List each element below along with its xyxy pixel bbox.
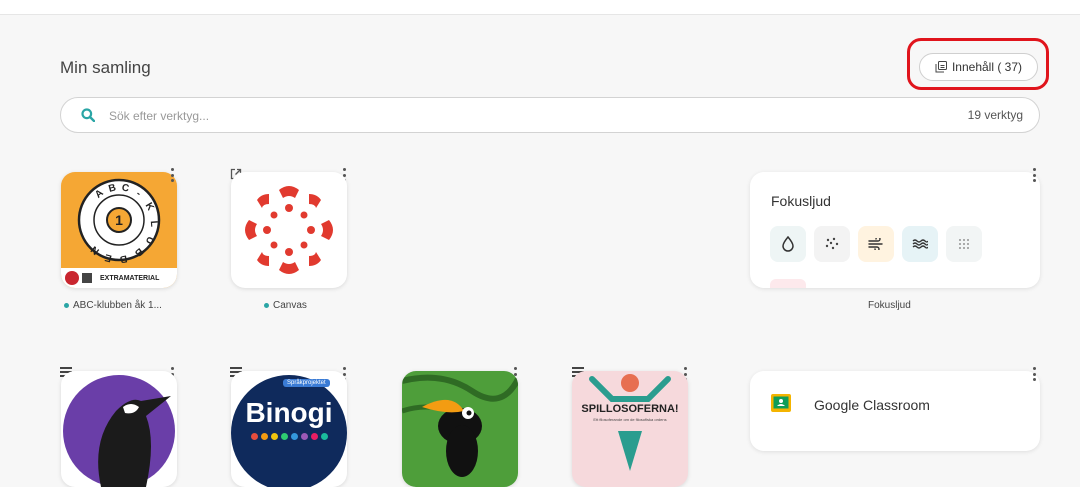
content-button-label: Innehåll ( 37) xyxy=(951,60,1023,74)
canvas-logo xyxy=(245,186,333,274)
abc-klubben-logo: 1 A B C - K L U B B E N xyxy=(77,178,161,265)
binogi-dots xyxy=(251,433,328,440)
publisher-mark-icon xyxy=(82,273,92,283)
binogi-logo-bg xyxy=(231,375,347,487)
spillosoferna-subtext: Ett filosoferande om de filosofiska orde… xyxy=(593,417,667,422)
google-classroom-widget[interactable]: Google Classroom xyxy=(750,371,1040,451)
extramaterial-badge: EXTRAMATERIAL xyxy=(61,268,177,288)
svg-text:1: 1 xyxy=(115,212,123,228)
top-bar xyxy=(0,0,1080,15)
copy-icon xyxy=(935,61,947,73)
binogi-tag: Språkprojektet xyxy=(283,379,330,387)
spillosoferna-tile[interactable]: SPILLOSOFERNA! Ett filosoferande om de f… xyxy=(572,371,688,487)
toucan-tile[interactable] xyxy=(402,371,518,487)
search-icon xyxy=(81,108,95,122)
fokusljud-title: Fokusljud xyxy=(771,193,831,209)
grid-dots-icon[interactable] xyxy=(946,226,982,262)
page-title: Min samling xyxy=(60,58,151,77)
spillosoferna-figure xyxy=(589,374,671,471)
fokusljud-widget[interactable]: Fokusljud xyxy=(750,172,1040,288)
search-input[interactable] xyxy=(107,105,811,127)
fokusljud-caption: Fokusljud xyxy=(868,300,911,311)
next-icon-peek xyxy=(770,279,806,288)
svg-text:B: B xyxy=(119,252,128,264)
canvas-tile[interactable] xyxy=(231,172,347,288)
google-classroom-icon xyxy=(771,394,791,412)
abc-klubben-label[interactable]: ABC-klubben åk 1... xyxy=(64,300,162,311)
canvas-label[interactable]: Canvas xyxy=(264,300,307,311)
content-button[interactable]: Innehåll ( 37) xyxy=(919,53,1038,81)
drop-icon[interactable] xyxy=(770,226,806,262)
bird-tile[interactable] xyxy=(61,371,177,487)
abc-klubben-menu-icon[interactable] xyxy=(170,168,174,182)
bird-logo xyxy=(63,375,175,487)
fokusljud-menu-icon[interactable] xyxy=(1032,168,1036,182)
waves-icon[interactable] xyxy=(902,226,938,262)
svg-text:L: L xyxy=(148,220,159,227)
binogi-logo-text: Binogi xyxy=(245,397,333,428)
spillosoferna-logo-text: SPILLOSOFERNA! xyxy=(581,403,679,415)
binogi-tile[interactable]: Språkprojektet Binogi xyxy=(231,371,347,487)
google-classroom-title: Google Classroom xyxy=(814,397,930,413)
publisher-logo-icon xyxy=(65,271,79,285)
google-classroom-menu-icon[interactable] xyxy=(1032,367,1036,381)
particles-icon[interactable] xyxy=(814,226,850,262)
tool-count: 19 verktyg xyxy=(967,108,1023,122)
toucan-logo xyxy=(402,371,518,487)
wind-icon[interactable] xyxy=(858,226,894,262)
abc-klubben-tile[interactable]: 1 A B C - K L U B B E N EXTRAMATERIAL xyxy=(61,172,177,288)
search-bar[interactable]: 19 verktyg xyxy=(60,97,1040,133)
